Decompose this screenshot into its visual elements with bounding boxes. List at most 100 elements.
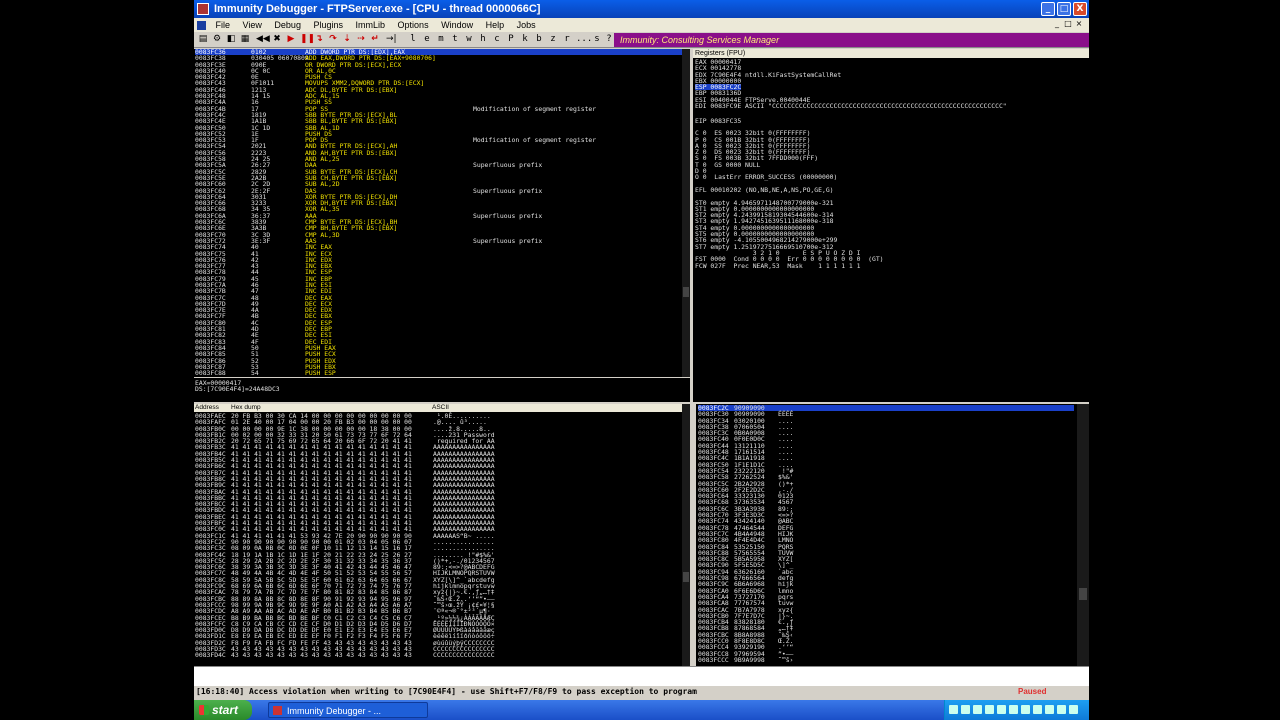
- toolbar-w[interactable]: w: [464, 34, 474, 45]
- toolbar-z[interactable]: z: [548, 34, 558, 45]
- disasm-comment: Superfluous prefix: [473, 186, 543, 195]
- step-into-icon[interactable]: ↴: [314, 34, 324, 45]
- toolbar-h[interactable]: h: [478, 34, 488, 45]
- toolbar-k[interactable]: k: [520, 34, 530, 45]
- maximize-button[interactable]: □: [1057, 2, 1071, 16]
- windows-logo-icon: [199, 705, 209, 715]
- tray-icon[interactable]: [997, 705, 1006, 714]
- dump-scrollbar[interactable]: [682, 404, 690, 666]
- step-over-icon[interactable]: ↷: [328, 34, 338, 45]
- disasm-comment: Modification of segment register: [473, 104, 597, 113]
- toolbar-t[interactable]: t: [450, 34, 460, 45]
- execute-till-return-icon[interactable]: ↵: [370, 34, 380, 45]
- status-message: [16:18:40] Access violation when writing…: [196, 687, 697, 696]
- close-button[interactable]: X: [1073, 2, 1087, 16]
- consulting-banner[interactable]: Immunity: Consulting Services Manager: [614, 33, 1089, 47]
- attach-icon[interactable]: ⚙: [212, 34, 222, 45]
- pause-icon[interactable]: ❚❚: [300, 34, 315, 45]
- toolbar-e[interactable]: e: [422, 34, 432, 45]
- run-icon[interactable]: ▶: [286, 34, 296, 45]
- open-icon[interactable]: ▤: [198, 34, 208, 45]
- taskbar-item-immunity[interactable]: Immunity Debugger - ...: [268, 702, 428, 718]
- toolbar-r[interactable]: r: [562, 34, 572, 45]
- mdi-close-button[interactable]: ×: [1074, 19, 1084, 29]
- app-icon: [197, 3, 209, 15]
- toolbar-l[interactable]: l: [408, 34, 418, 45]
- menu-file[interactable]: File: [211, 18, 236, 32]
- mdi-minimize-button[interactable]: _: [1052, 19, 1062, 29]
- menu-plugins[interactable]: Plugins: [308, 18, 348, 32]
- window-title: Immunity Debugger - FTPServer.exe - [CPU…: [214, 3, 541, 15]
- log-icon[interactable]: ▦: [240, 34, 250, 45]
- stack-pane[interactable]: 0083FC2C 90909090 0083FC30 90909090 ÉÉÉÉ 0083…: [696, 404, 1077, 666]
- menu-window[interactable]: Window: [436, 18, 478, 32]
- taskbar: start Immunity Debugger - ...: [194, 700, 1089, 720]
- dump-header: Address Hex dump ASCII: [194, 404, 682, 412]
- stop-icon[interactable]: ✖: [272, 34, 282, 45]
- tray-icon[interactable]: [1069, 705, 1078, 714]
- dump-hex: 43 43 43 43 43 43 43 43 43 43 43 43 43 4…: [231, 651, 412, 660]
- toolbar-help[interactable]: ?: [604, 34, 614, 45]
- menu-options[interactable]: Options: [393, 18, 434, 32]
- restart-icon[interactable]: ◧: [226, 34, 236, 45]
- status-bar: [16:18:40] Access violation when writing…: [194, 686, 1089, 698]
- start-label: start: [212, 703, 239, 717]
- dump-scroll-thumb[interactable]: [683, 572, 689, 582]
- mdi-window-icon[interactable]: [197, 21, 206, 31]
- toolbar-p[interactable]: P: [506, 34, 516, 45]
- title-bar[interactable]: Immunity Debugger - FTPServer.exe - [CPU…: [194, 0, 1089, 18]
- disassembly-scrollbar[interactable]: [682, 49, 690, 377]
- disassembly-rows: 0083FC36 0102 ADD DWORD PTR DS:[EDX],EAX 00…: [194, 49, 682, 376]
- stack-address: 0083FCCC: [698, 655, 729, 664]
- start-button[interactable]: start: [194, 700, 252, 720]
- command-bar[interactable]: [194, 666, 1089, 686]
- tray-icon[interactable]: [1021, 705, 1030, 714]
- registers-header: Registers (FPU): [693, 49, 1089, 58]
- toolbar-s[interactable]: s: [592, 34, 602, 45]
- stack-ascii: ˜™š›: [778, 655, 794, 664]
- toolbar-dots[interactable]: ...: [576, 34, 592, 45]
- stack-scrollbar[interactable]: [1077, 404, 1089, 666]
- paused-status: Paused: [984, 687, 1089, 697]
- tray-icon[interactable]: [985, 705, 994, 714]
- register-line: FCW 027F Prec NEAR,53 Mask 1 1 1 1 1 1: [695, 261, 861, 270]
- dump-row[interactable]: 0083FD4C 43 43 43 43 43 43 43 43 43 43 43…: [195, 651, 495, 660]
- rewind-icon[interactable]: ◀◀: [256, 34, 270, 45]
- registers-pane[interactable]: Registers (FPU) EAX 00000417 ECX 00142778…: [693, 49, 1089, 402]
- disassembly-scroll-thumb[interactable]: [683, 287, 689, 297]
- stack-rows: 0083FC2C 90909090 0083FC30 90909090 ÉÉÉÉ 0083…: [698, 405, 1074, 663]
- tray-icon[interactable]: [1057, 705, 1066, 714]
- stack-scroll-thumb[interactable]: [1079, 588, 1087, 600]
- mdi-restore-button[interactable]: □: [1063, 19, 1073, 29]
- dump-header-address[interactable]: Address: [195, 404, 219, 412]
- register-line: [695, 109, 1089, 115]
- menu-help[interactable]: Help: [481, 18, 510, 32]
- memory-dump-pane[interactable]: Address Hex dump ASCII 0083FAEC 20 FB B3 …: [194, 404, 682, 666]
- disasm-hex: 54: [251, 369, 259, 377]
- trace-into-icon[interactable]: ⇣: [342, 34, 352, 45]
- tray-icon[interactable]: [949, 705, 958, 714]
- tray-icon[interactable]: [961, 705, 970, 714]
- disasm-mnemonic: PUSH ESP: [305, 369, 336, 377]
- tray-icon[interactable]: [1045, 705, 1054, 714]
- menu-jobs[interactable]: Jobs: [512, 18, 541, 32]
- disassembly-pane[interactable]: 0083FC36 0102 ADD DWORD PTR DS:[EDX],EAX 00…: [194, 49, 682, 377]
- menu-view[interactable]: View: [238, 18, 267, 32]
- taskbar-item-label: Immunity Debugger - ...: [287, 706, 382, 716]
- stack-row[interactable]: 0083FCCC 9B9A9998 ˜™š›: [698, 655, 1074, 664]
- tray-icon[interactable]: [973, 705, 982, 714]
- goto-icon[interactable]: →|: [386, 34, 397, 45]
- dump-header-ascii[interactable]: ASCII: [432, 404, 449, 412]
- minimize-button[interactable]: _: [1041, 2, 1055, 16]
- trace-over-icon[interactable]: ⇢: [356, 34, 366, 45]
- info-line-2: DS:[7C90E4F4]=24A48DC3: [195, 385, 280, 394]
- tray-icon[interactable]: [1033, 705, 1042, 714]
- menu-immlib[interactable]: ImmLib: [351, 18, 391, 32]
- toolbar-c[interactable]: c: [492, 34, 502, 45]
- dump-header-hex[interactable]: Hex dump: [231, 404, 261, 412]
- tray-icon[interactable]: [1009, 705, 1018, 714]
- toolbar-b[interactable]: b: [534, 34, 544, 45]
- disasm-row[interactable]: 0083FC88 54 PUSH ESP: [195, 369, 682, 377]
- toolbar-m[interactable]: m: [436, 34, 446, 45]
- menu-debug[interactable]: Debug: [269, 18, 306, 32]
